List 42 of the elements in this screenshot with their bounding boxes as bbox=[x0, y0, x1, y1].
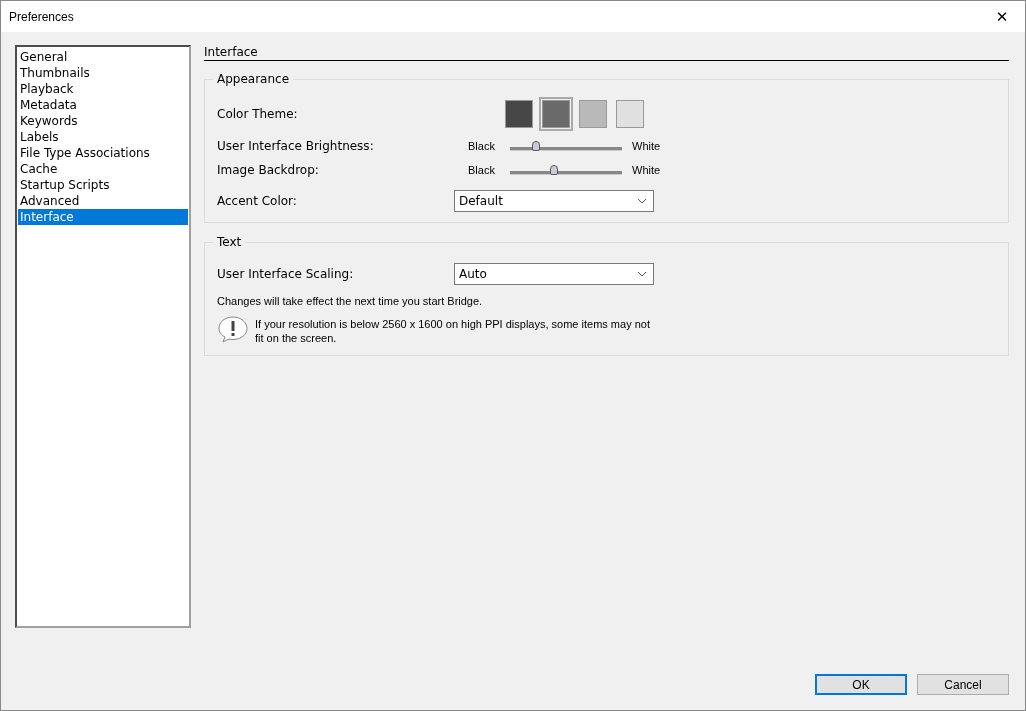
scaling-dropdown[interactable]: Auto bbox=[454, 263, 654, 285]
sidebar-item[interactable]: General bbox=[18, 49, 188, 65]
sidebar-item[interactable]: Keywords bbox=[18, 113, 188, 129]
chevron-down-icon bbox=[637, 198, 647, 204]
chevron-down-icon bbox=[637, 271, 647, 277]
field-label: User Interface Brightness: bbox=[217, 139, 375, 153]
sidebar-item[interactable]: Labels bbox=[18, 129, 188, 145]
sidebar-item[interactable]: Metadata bbox=[18, 97, 188, 113]
sidebar-item[interactable]: File Type Associations bbox=[18, 145, 188, 161]
slider-thumb[interactable] bbox=[531, 141, 540, 151]
field-label: User Interface Scaling: bbox=[217, 267, 355, 281]
slider-min-label: Black bbox=[468, 140, 496, 152]
close-button[interactable]: ✕ bbox=[979, 1, 1025, 32]
slider[interactable] bbox=[510, 140, 622, 152]
warning-text: If your resolution is below 2560 x 1600 on high PPI displays, some items may not fit on the screen. bbox=[255, 317, 651, 345]
slider-min-label: Black bbox=[468, 164, 496, 176]
sidebar-item[interactable]: Interface bbox=[18, 209, 188, 225]
slider-max-label: White bbox=[632, 164, 661, 176]
page-title: Interface bbox=[204, 45, 1009, 61]
sidebar-item[interactable]: Playback bbox=[18, 81, 188, 97]
slider-thumb[interactable] bbox=[549, 165, 558, 175]
theme-swatch[interactable] bbox=[539, 97, 573, 131]
group-title: Text bbox=[213, 235, 246, 249]
theme-swatch[interactable] bbox=[576, 97, 610, 131]
slider-max-label: White bbox=[632, 140, 661, 152]
note-text: Changes will take effect the next time you start Bridge. bbox=[217, 295, 484, 307]
group-title: Appearance bbox=[213, 72, 294, 86]
sidebar-item[interactable]: Advanced bbox=[18, 193, 188, 209]
field-label: Accent Color: bbox=[217, 194, 298, 208]
dialog-button[interactable]: OK bbox=[815, 674, 907, 695]
field-label: Color Theme: bbox=[217, 107, 299, 121]
window-title: Preferences bbox=[9, 9, 74, 24]
sidebar-item[interactable]: Startup Scripts bbox=[18, 177, 188, 193]
sidebar-item[interactable]: Thumbnails bbox=[18, 65, 188, 81]
warning-icon bbox=[217, 315, 249, 343]
theme-swatch[interactable] bbox=[502, 97, 536, 131]
dialog-button[interactable]: Cancel bbox=[917, 674, 1009, 695]
field-label: Image Backdrop: bbox=[217, 163, 320, 177]
theme-swatch[interactable] bbox=[613, 97, 647, 131]
sidebar-item[interactable]: Cache bbox=[18, 161, 188, 177]
accent-color-dropdown[interactable]: Default bbox=[454, 190, 654, 212]
slider[interactable] bbox=[510, 164, 622, 176]
